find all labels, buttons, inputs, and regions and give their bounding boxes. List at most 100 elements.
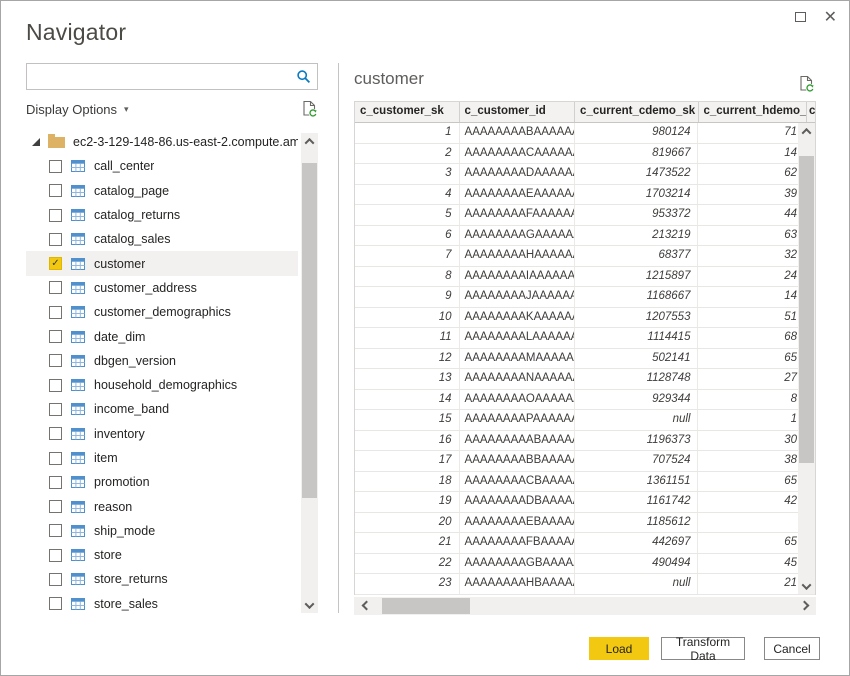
table-checkbox[interactable]: ✓ — [49, 354, 62, 368]
sidebar-table-item[interactable]: ✓ promotion — [26, 470, 298, 494]
table-cell: 18 — [355, 471, 460, 491]
sidebar-table-item[interactable]: ✓ customer_demographics — [26, 300, 298, 324]
sidebar-table-item[interactable]: ✓ dbgen_version — [26, 349, 298, 373]
table-cell: 707524 — [575, 451, 699, 471]
table-row: 10 AAAAAAAAKAAAAAAA 1207553 51 — [355, 307, 815, 328]
maximize-icon[interactable] — [794, 9, 806, 27]
table-checkbox[interactable]: ✓ — [49, 281, 62, 295]
search-icon[interactable] — [296, 69, 312, 85]
tree-scrollbar-thumb[interactable] — [302, 163, 317, 498]
close-icon[interactable]: ✕ — [824, 10, 837, 26]
table-checkbox[interactable]: ✓ — [49, 184, 62, 198]
sidebar-table-item[interactable]: ✓ reason — [26, 494, 298, 518]
table-row: 4 AAAAAAAAEAAAAAAA 1703214 39 — [355, 184, 815, 205]
table-cell: AAAAAAAAOAAAAAAA — [460, 389, 576, 409]
table-checkbox[interactable]: ✓ — [49, 548, 62, 562]
scroll-up-icon[interactable] — [798, 123, 815, 139]
table-checkbox[interactable]: ✓ — [49, 378, 62, 392]
refresh-document-icon[interactable] — [301, 100, 318, 118]
search-input[interactable] — [27, 64, 317, 89]
table-cell: AAAAAAAACAAAAAAA — [460, 143, 576, 163]
grid-hscroll-thumb[interactable] — [382, 597, 470, 614]
table-cell: null — [575, 410, 699, 430]
grid-vscroll-thumb[interactable] — [799, 156, 814, 463]
table-checkbox[interactable]: ✓ — [49, 159, 62, 173]
table-row: 21 AAAAAAAAFBAAAAAA 442697 65 — [355, 533, 815, 554]
table-grid-icon — [71, 160, 85, 173]
table-checkbox[interactable]: ✓ — [49, 402, 62, 416]
tree-root-server[interactable]: ec2-3-129-148-86.us-east-2.compute.amaz.… — [26, 130, 298, 154]
sidebar-table-item[interactable]: ✓ ship_mode — [26, 519, 298, 543]
table-checkbox[interactable]: ✓ — [49, 232, 62, 246]
sidebar-table-item[interactable]: ✓ store_sales — [26, 592, 298, 616]
sidebar-table-item[interactable]: ✓ customer_address — [26, 276, 298, 300]
table-checkbox[interactable]: ✓ — [49, 305, 62, 319]
grid-horizontal-scrollbar[interactable] — [354, 596, 816, 615]
tree-scrollbar[interactable] — [301, 133, 318, 613]
table-name-label: store_returns — [94, 572, 168, 587]
scroll-left-icon[interactable] — [356, 597, 376, 615]
table-checkbox[interactable]: ✓ — [49, 572, 62, 586]
display-options-label: Display Options — [26, 101, 118, 117]
table-cell: 1703214 — [575, 184, 699, 204]
refresh-preview-icon[interactable] — [798, 75, 815, 93]
table-name-label: catalog_page — [94, 183, 170, 198]
table-grid-icon — [71, 330, 85, 343]
sidebar-table-item[interactable]: ✓ catalog_returns — [26, 203, 298, 227]
tables-tree: ec2-3-129-148-86.us-east-2.compute.amaz.… — [26, 130, 318, 616]
table-checkbox[interactable]: ✓ — [49, 475, 62, 489]
column-header[interactable]: c_current_cdemo_sk — [575, 102, 699, 122]
scroll-down-icon[interactable] — [798, 578, 815, 594]
load-button[interactable]: Load — [589, 637, 649, 660]
sidebar-table-item[interactable]: ✓ customer — [26, 251, 298, 276]
sidebar-table-item[interactable]: ✓ date_dim — [26, 324, 298, 348]
sidebar-table-item[interactable]: ✓ store_returns — [26, 567, 298, 591]
table-cell: 1161742 — [575, 492, 699, 512]
table-cell: 19 — [355, 492, 460, 512]
table-cell: null — [575, 574, 699, 594]
table-row: 8 AAAAAAAAIAAAAAAA 1215897 24 — [355, 266, 815, 287]
column-header[interactable]: c_customer_id — [460, 102, 576, 122]
column-header[interactable]: c_current_hdemo_sk — [699, 102, 808, 122]
table-cell: AAAAAAAAFAAAAAAA — [460, 205, 576, 225]
cancel-button[interactable]: Cancel — [764, 637, 820, 660]
sidebar-table-item[interactable]: ✓ inventory — [26, 422, 298, 446]
table-row: 13AAAAAAAANAAAAAAA112874827 — [355, 369, 815, 390]
table-checkbox[interactable]: ✓ — [49, 208, 62, 222]
table-checkbox[interactable]: ✓ — [49, 257, 62, 271]
transform-data-button[interactable]: Transform Data — [661, 635, 745, 663]
scroll-right-icon[interactable] — [794, 597, 814, 615]
table-cell: AAAAAAAADAAAAAAA — [460, 164, 576, 184]
table-row: 11 AAAAAAAALAAAAAAA 1114415 68 — [355, 328, 815, 349]
sidebar-table-item[interactable]: ✓ income_band — [26, 397, 298, 421]
table-checkbox[interactable]: ✓ — [49, 451, 62, 465]
search-box — [26, 63, 318, 90]
table-checkbox[interactable]: ✓ — [49, 500, 62, 514]
sidebar-table-item[interactable]: ✓ store — [26, 543, 298, 567]
table-checkbox[interactable]: ✓ — [49, 330, 62, 344]
table-checkbox[interactable]: ✓ — [49, 524, 62, 538]
table-cell: AAAAAAAAFBAAAAAA — [460, 533, 576, 553]
sidebar-table-item[interactable]: ✓ catalog_page — [26, 179, 298, 203]
table-cell: 21 — [355, 533, 460, 553]
table-cell: AAAAAAAACBAAAAAA — [460, 471, 576, 491]
grid-vertical-scrollbar[interactable] — [798, 123, 815, 594]
table-cell: AAAAAAAAJAAAAAAA — [460, 287, 576, 307]
scroll-down-icon[interactable] — [301, 597, 318, 613]
table-name-label: promotion — [94, 475, 150, 490]
expand-triangle-icon[interactable] — [32, 138, 40, 147]
sidebar-table-item[interactable]: ✓ household_demographics — [26, 373, 298, 397]
table-checkbox[interactable]: ✓ — [49, 597, 62, 611]
table-cell: 1361151 — [575, 471, 699, 491]
table-cell: 442697 — [575, 533, 699, 553]
sidebar-table-item[interactable]: ✓ catalog_sales — [26, 227, 298, 251]
sidebar-table-item[interactable]: ✓ item — [26, 446, 298, 470]
display-options-dropdown[interactable]: Display Options ▾ — [26, 102, 129, 117]
table-cell: AAAAAAAAMAAAAAAA — [460, 348, 576, 368]
table-cell: 6 — [355, 225, 460, 245]
table-cell: 1168667 — [575, 287, 699, 307]
column-header[interactable]: c_customer_sk — [355, 102, 460, 122]
scroll-up-icon[interactable] — [301, 133, 318, 149]
sidebar-table-item[interactable]: ✓ call_center — [26, 154, 298, 178]
table-checkbox[interactable]: ✓ — [49, 427, 62, 441]
